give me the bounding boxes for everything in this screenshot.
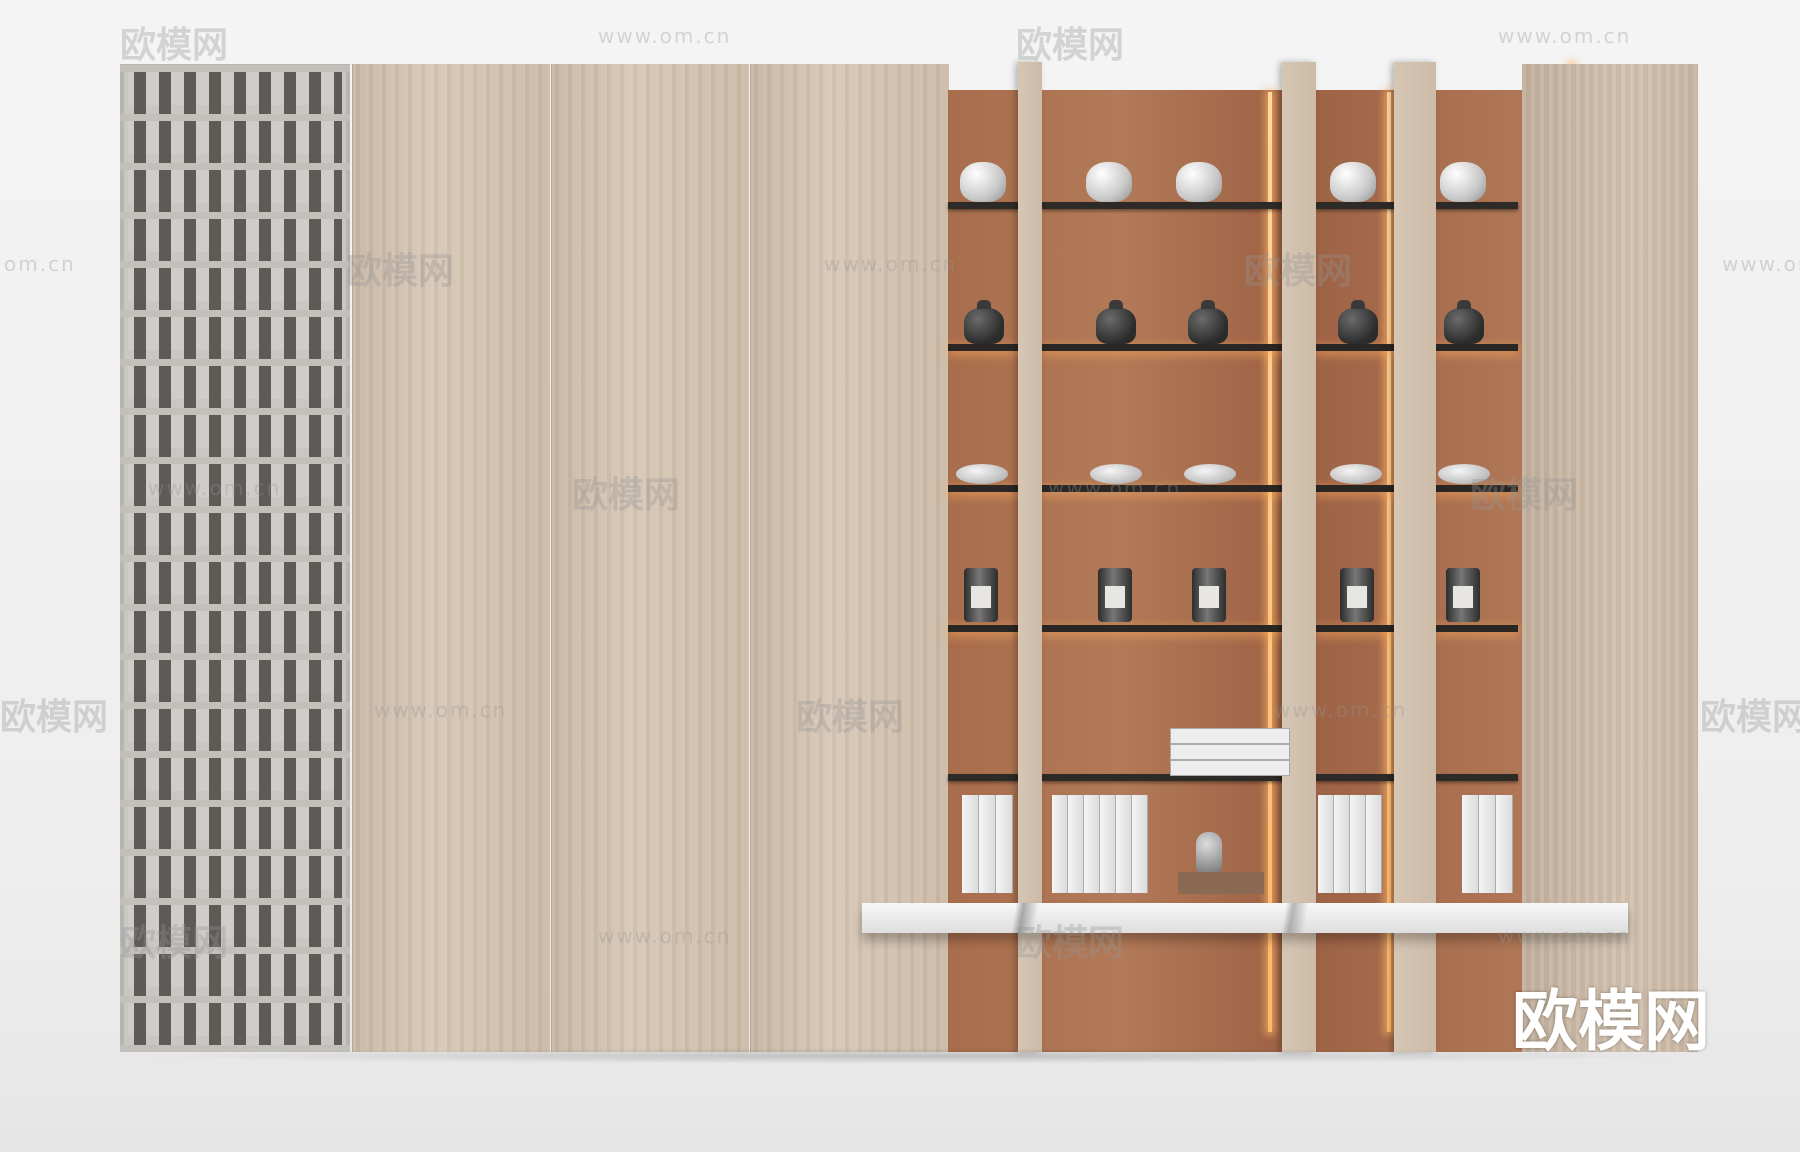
book [996, 795, 1013, 893]
watermark-url: om.cn [4, 252, 76, 276]
book [1496, 795, 1513, 893]
ceramic-dish [956, 464, 1008, 484]
watermark-brand: 欧模网 [346, 251, 455, 292]
led-strip-1 [1268, 92, 1272, 1032]
watermark-brand: 欧模网 [120, 25, 229, 66]
shelf [1436, 344, 1518, 351]
teapot [964, 300, 1004, 344]
book-box [1170, 728, 1290, 744]
watermark-url: www.om.cn [598, 924, 732, 948]
shelf [1436, 774, 1518, 781]
watermark-url: www.om.cn [1498, 24, 1632, 48]
watermark-url: www.om.cn [148, 476, 282, 500]
watermark-url: www.om.cn [1274, 698, 1408, 722]
book [1334, 795, 1350, 893]
book [1132, 795, 1148, 893]
watermark-brand: 欧模网 [1470, 475, 1579, 516]
ceramic-jar [960, 162, 1006, 202]
shelf [948, 202, 1020, 209]
shelf [1042, 202, 1296, 209]
watermark-brand: 欧模网 [796, 697, 905, 738]
wood-door-panel-2 [551, 64, 749, 1052]
teapot [1188, 300, 1228, 344]
ceramic-dish [1330, 464, 1382, 484]
tea-canister [1446, 568, 1480, 622]
book [1318, 795, 1334, 893]
watermark-brand: 欧模网 [1016, 25, 1125, 66]
book [1068, 795, 1084, 893]
corner-watermark-brand: 欧模网 [1512, 983, 1710, 1060]
shelf [948, 344, 1020, 351]
tea-canister [1340, 568, 1374, 622]
book [1052, 795, 1068, 893]
teapot [1444, 300, 1484, 344]
watermark-brand: 欧模网 [1244, 251, 1353, 292]
ceramic-jar [1176, 162, 1222, 202]
book [1462, 795, 1479, 893]
shelf [948, 625, 1020, 632]
watermark-url: www.om.cn [1498, 924, 1632, 948]
watermark-url: www.om.cn [1722, 252, 1800, 276]
shelf [1436, 202, 1518, 209]
book [962, 795, 979, 893]
ceramic-dish [1184, 464, 1236, 484]
tea-canister [1192, 568, 1226, 622]
book [1084, 795, 1100, 893]
led-strip-2 [1387, 92, 1391, 1032]
watermark-brand: 欧模网 [572, 475, 681, 516]
book-box [1170, 760, 1290, 776]
product-render-image: 欧模网 www.om.cn 欧模网 www.om.cn om.cn 欧模网 ww… [0, 0, 1800, 1152]
book [1100, 795, 1116, 893]
incense-burner [1196, 832, 1222, 872]
shelf [1436, 625, 1518, 632]
shelf [1042, 344, 1296, 351]
tea-canister [964, 568, 998, 622]
book [979, 795, 996, 893]
lattice-screen-panel [120, 64, 350, 1052]
tea-canister [1098, 568, 1132, 622]
book [1366, 795, 1382, 893]
ceramic-jar [1440, 162, 1486, 202]
teapot [1338, 300, 1378, 344]
watermark-brand: 欧模网 [1700, 697, 1800, 738]
watermark-brand: 欧模网 [120, 923, 229, 964]
shelf [948, 774, 1020, 781]
book [1116, 795, 1132, 893]
book [1479, 795, 1496, 893]
wooden-tray [1178, 872, 1264, 894]
shelf [1042, 625, 1296, 632]
book [1350, 795, 1366, 893]
watermark-brand: 欧模网 [1016, 923, 1125, 964]
watermark-url: www.om.cn [1048, 476, 1182, 500]
watermark-brand: 欧模网 [0, 697, 109, 738]
teapot [1096, 300, 1136, 344]
ceramic-jar [1086, 162, 1132, 202]
ceramic-jar [1330, 162, 1376, 202]
floor-shadow [110, 1048, 1710, 1064]
wood-door-panel-1 [352, 64, 550, 1052]
watermark-url: www.om.cn [374, 698, 508, 722]
watermark-url: www.om.cn [824, 252, 958, 276]
book-box [1170, 744, 1290, 760]
shelf [948, 485, 1020, 492]
watermark-url: www.om.cn [598, 24, 732, 48]
